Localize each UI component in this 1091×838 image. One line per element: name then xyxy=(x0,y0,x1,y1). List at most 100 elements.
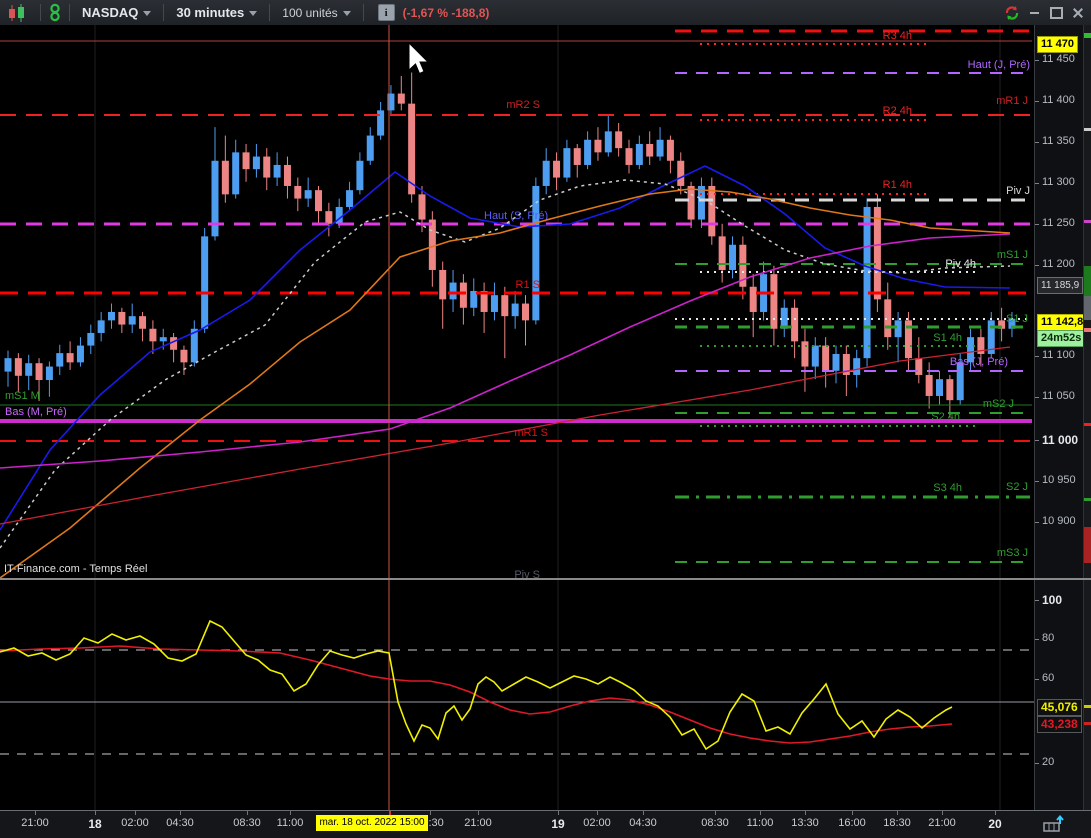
axis-tick xyxy=(1035,224,1039,225)
candle-body xyxy=(677,160,685,186)
candle-body xyxy=(791,307,799,342)
toolbar-separator xyxy=(69,4,70,21)
scale-strip[interactable] xyxy=(1083,25,1091,810)
axis-tick xyxy=(1035,265,1039,266)
scale-marker xyxy=(1084,266,1091,296)
session-high-box: 11 470 xyxy=(1037,36,1079,53)
scale-marker xyxy=(1084,328,1091,332)
level-label: mS1 J xyxy=(997,249,1028,261)
candle-body xyxy=(863,206,871,359)
axis-tick xyxy=(1035,183,1039,184)
candle-body xyxy=(25,363,33,376)
candle-body xyxy=(697,185,705,220)
level-label: S1 J xyxy=(1006,313,1028,325)
candle-body xyxy=(522,303,529,321)
candle-body xyxy=(408,103,416,195)
candle-body xyxy=(294,185,302,199)
refresh-icon[interactable] xyxy=(1003,5,1021,21)
candle-body xyxy=(873,206,881,300)
time-label: 21:00 xyxy=(21,817,49,829)
time-tick xyxy=(995,811,996,815)
info-icon[interactable]: i xyxy=(377,4,395,21)
candle-body xyxy=(439,269,447,300)
axis-tick xyxy=(1035,101,1039,102)
candle-body xyxy=(97,320,105,333)
level-label: S3 4h xyxy=(933,482,962,494)
candle-body xyxy=(76,345,84,363)
price-tick-label: 11 100 xyxy=(1042,349,1075,361)
price-tick-label: 11 200 xyxy=(1042,258,1075,270)
candle-body xyxy=(956,362,964,401)
mouse-cursor xyxy=(408,41,430,75)
axis-tick xyxy=(1035,60,1039,61)
candle-body xyxy=(108,311,115,321)
candle-body xyxy=(346,190,354,207)
stoch-k-value-box: 45,076 xyxy=(1037,699,1082,716)
time-tick xyxy=(180,811,181,815)
close-button[interactable] xyxy=(1069,5,1087,21)
candle-body xyxy=(532,185,540,321)
toolbar: NASDAQ 30 minutes 100 unités i (-1,67 % … xyxy=(0,0,1091,26)
candle-body xyxy=(542,160,550,186)
candle-body xyxy=(770,274,778,329)
candle-body xyxy=(946,379,954,401)
scale-marker xyxy=(1084,423,1091,426)
candle-body xyxy=(459,282,467,308)
maximize-button[interactable] xyxy=(1047,5,1065,21)
time-label: 21:00 xyxy=(464,817,492,829)
price-axis[interactable]: 11 450 11 400 11 350 11 300 11 250 11 200 11 1… xyxy=(1034,25,1088,810)
level-label: mS1 M xyxy=(5,390,40,402)
price-tick-label: 11 300 xyxy=(1042,176,1075,188)
time-tick xyxy=(897,811,898,815)
candle-body xyxy=(811,345,819,367)
calendar-range-icon[interactable] xyxy=(1043,815,1065,833)
trading-app-window: NASDAQ 30 minutes 100 unités i (-1,67 % … xyxy=(0,0,1091,838)
axis-tick xyxy=(1035,142,1039,143)
time-axis[interactable]: mar. 18 oct. 2022 15:00 21:00 18 02:00 04:3… xyxy=(0,810,1091,838)
axis-tick xyxy=(1035,397,1039,398)
candle-body xyxy=(625,148,633,165)
axis-tick xyxy=(1035,679,1039,680)
level-label: Haut (J, Pré) xyxy=(968,59,1030,71)
link-icon[interactable] xyxy=(47,3,63,22)
candle-body xyxy=(687,185,695,220)
candle-body xyxy=(635,143,643,165)
candle-body xyxy=(594,139,602,153)
pane-separator[interactable] xyxy=(0,578,1091,580)
candle-body xyxy=(936,379,943,396)
scale-marker xyxy=(1084,296,1091,320)
scale-marker xyxy=(1084,33,1091,38)
level-label: mS2 J xyxy=(983,398,1014,410)
timeframe-label: 30 minutes xyxy=(176,5,245,20)
candle-body xyxy=(832,353,840,371)
candle-body xyxy=(615,131,623,149)
scale-marker xyxy=(1084,705,1091,708)
candle-body xyxy=(656,139,664,157)
time-label: 08:30 xyxy=(701,817,729,829)
time-tick xyxy=(643,811,644,815)
time-tick xyxy=(95,811,96,815)
level-label: mS3 J xyxy=(997,547,1028,559)
main-chart-pane[interactable]: R3 4h Haut (J, Pré) mR2 S mR1 J R2 4h R1 4h Pi… xyxy=(0,25,1034,580)
time-tick xyxy=(430,811,431,815)
time-tick xyxy=(478,811,479,815)
time-label: 16:00 xyxy=(838,817,866,829)
minimize-button[interactable] xyxy=(1025,5,1043,21)
watermark-label: IT-Finance.com - Temps Réel xyxy=(4,563,148,575)
level-label: Haut (S, Pré) xyxy=(484,210,548,222)
candle-body xyxy=(221,160,229,195)
instrument-dropdown[interactable]: NASDAQ xyxy=(76,5,157,20)
stochastic-pane[interactable] xyxy=(0,580,1034,810)
candle-body xyxy=(201,236,209,329)
candlestick-app-icon xyxy=(0,3,34,22)
units-dropdown[interactable]: 100 unités xyxy=(276,6,356,20)
candle-body xyxy=(35,363,43,380)
candle-body xyxy=(490,295,498,312)
timeframe-dropdown[interactable]: 30 minutes xyxy=(170,5,263,20)
candle-body xyxy=(159,337,167,342)
candle-body xyxy=(894,320,902,338)
candle-body xyxy=(14,358,22,376)
candle-body xyxy=(553,160,561,178)
time-tick xyxy=(558,811,559,815)
time-tick xyxy=(852,811,853,815)
